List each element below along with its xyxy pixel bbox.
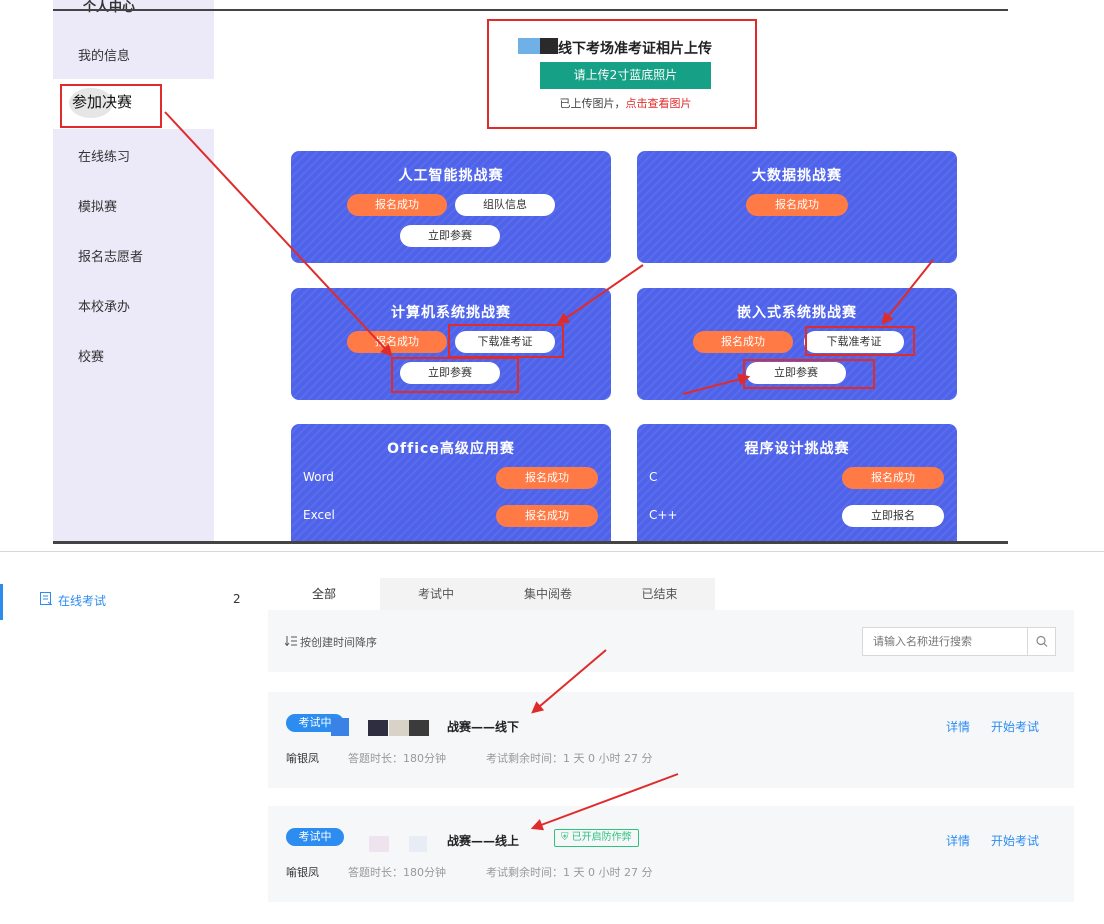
annotation-box-download-cs [448,324,564,358]
row-label-c: C [649,470,658,484]
signup-now-button[interactable]: 立即报名 [842,505,944,527]
competition-portal: 个人中心 我的信息 参加决赛 在线练习 模拟赛 报名志愿者 本校承办 校赛 线下… [53,0,1008,544]
sidebar-item-online-practice[interactable]: 在线练习 [78,146,130,165]
card-ai-challenge: 人工智能挑战赛 报名成功 组队信息 立即参赛 [291,151,611,263]
signup-success-badge: 报名成功 [842,467,944,489]
sidebar-item-volunteer[interactable]: 报名志愿者 [78,246,143,265]
bottom-divider [53,541,1008,544]
signup-success-badge: 报名成功 [693,331,793,353]
sidebar-item-school-contest[interactable]: 校赛 [78,346,104,365]
annotation-box-sidebar [60,84,162,128]
team-info-button[interactable]: 组队信息 [455,194,555,216]
portal-sidebar: 个人中心 我的信息 参加决赛 在线练习 模拟赛 报名志愿者 本校承办 校赛 [53,0,214,541]
card-office-contest: Office高级应用赛 Word 报名成功 Excel 报名成功 [291,424,611,544]
top-divider [53,9,1008,11]
card-title: 嵌入式系统挑战赛 [737,305,857,321]
annotation-box-join-cs [391,357,519,393]
signup-success-badge: 报名成功 [496,505,598,527]
card-title: 程序设计挑战赛 [744,441,850,457]
arrow-to-online-exam [530,773,679,831]
sidebar-item-my-info[interactable]: 我的信息 [78,45,130,64]
arrow-to-offline-exam [531,649,607,714]
signup-success-badge: 报名成功 [746,194,848,216]
annotation-arrows-bottom [530,649,679,831]
card-title: 计算机系统挑战赛 [391,305,511,321]
sidebar-item-mock-contest[interactable]: 模拟赛 [78,196,117,215]
row-label-cpp: C++ [649,508,678,522]
signup-success-badge: 报名成功 [347,194,447,216]
card-programming-challenge: 程序设计挑战赛 C 报名成功 C++ 立即报名 [637,424,957,544]
row-label-excel: Excel [303,508,335,522]
card-title: Office高级应用赛 [387,441,515,457]
sidebar-item-host-school[interactable]: 本校承办 [78,296,130,315]
annotation-box-upload [487,19,757,129]
card-title: 人工智能挑战赛 [398,168,504,184]
card-bigdata-challenge: 大数据挑战赛 报名成功 [637,151,957,263]
annotation-box-download-embedded [805,326,915,356]
sidebar-header: 个人中心 [83,0,136,15]
card-title: 大数据挑战赛 [752,168,842,184]
row-label-word: Word [303,470,334,484]
signup-success-badge: 报名成功 [496,467,598,489]
signup-success-badge: 报名成功 [347,331,447,353]
annotation-box-join-embedded [743,359,875,389]
join-contest-button[interactable]: 立即参赛 [400,225,500,247]
